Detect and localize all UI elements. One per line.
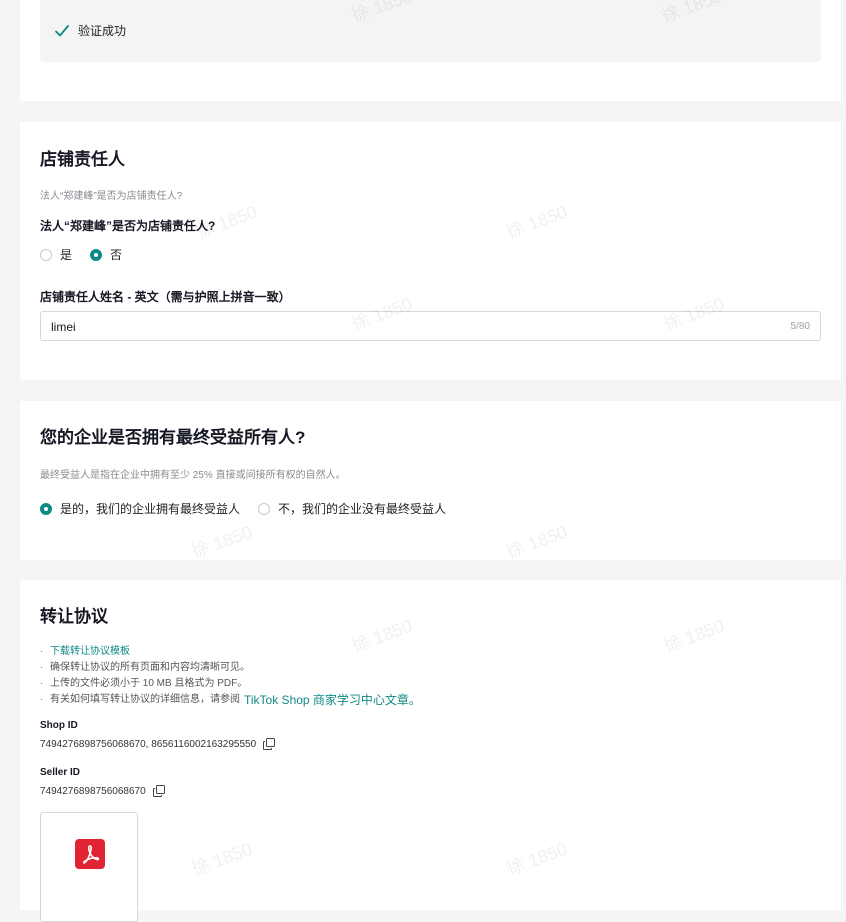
radio-has-ubo-label[interactable]: 是的，我们的企业拥有最终受益人: [60, 500, 240, 517]
seller-id-label: Seller ID: [40, 767, 81, 778]
copy-icon[interactable]: [263, 738, 276, 750]
section-hint: 最终受益人是指在企业中拥有至少 25% 直接或间接所有权的自然人。: [40, 470, 346, 481]
owner-name-input[interactable]: limei 5/80: [40, 311, 821, 341]
verification-status: 验证成功: [54, 22, 126, 39]
verification-card: 验证成功: [20, 0, 841, 101]
owner-radio-group: 是 否: [40, 246, 140, 263]
bullet-dot: ·: [40, 678, 44, 689]
radio-no[interactable]: [90, 248, 103, 261]
section-title: 您的企业是否拥有最终受益所有人?: [40, 428, 306, 447]
section-title: 店铺责任人: [40, 150, 125, 169]
bullet-dot: ·: [40, 646, 44, 657]
instruction-text: 有关如何填写转让协议的详细信息，请参阅: [50, 694, 240, 705]
question-label: 法人“郑建峰”是否为店铺责任人?: [40, 219, 216, 233]
radio-no-ubo[interactable]: [258, 502, 271, 515]
list-item: · 下载转让协议模板: [40, 644, 421, 660]
instruction-text: 确保转让协议的所有页面和内容均清晰可见。: [50, 662, 250, 673]
seller-id-value: 7494276898756068670: [40, 785, 146, 797]
radio-yes[interactable]: [40, 248, 52, 261]
seller-id-row: 7494276898756068670: [40, 785, 165, 797]
pdf-icon: [75, 839, 105, 869]
char-counter: 5/80: [790, 321, 810, 332]
copy-icon[interactable]: [152, 785, 165, 797]
instruction-text: 上传的文件必须小于 10 MB 且格式为 PDF。: [50, 678, 248, 689]
verification-status-text: 验证成功: [78, 24, 127, 38]
ubo-card: 您的企业是否拥有最终受益所有人? 最终受益人是指在企业中拥有至少 25% 直接或…: [20, 401, 841, 560]
shop-id-value: 7494276898756068670, 8656116002163295550: [40, 738, 257, 750]
list-item: · 有关如何填写转让协议的详细信息，请参阅 TikTok Shop 商家学习中心…: [40, 692, 421, 708]
ubo-radio-group: 是的，我们的企业拥有最终受益人 不，我们的企业没有最终受益人: [40, 500, 464, 517]
radio-yes-label[interactable]: 是: [60, 246, 72, 263]
transfer-agreement-card: 转让协议 · 下载转让协议模板 · 确保转让协议的所有页面和内容均清晰可见。 ·…: [20, 580, 841, 922]
radio-no-label[interactable]: 否: [110, 246, 122, 263]
section-title: 转让协议: [40, 607, 108, 626]
bullet-dot: ·: [40, 694, 44, 705]
shop-id-row: 7494276898756068670, 8656116002163295550: [40, 738, 276, 750]
radio-no-ubo-label[interactable]: 不，我们的企业没有最终受益人: [278, 500, 446, 517]
section-hint: 法人“郑建峰”是否为店铺责任人?: [40, 191, 183, 202]
owner-name-value[interactable]: limei: [51, 320, 76, 334]
store-owner-card: 店铺责任人 法人“郑建峰”是否为店铺责任人? 法人“郑建峰”是否为店铺责任人? …: [20, 122, 841, 380]
shop-id-label: Shop ID: [40, 720, 78, 731]
verification-box: 验证成功: [40, 0, 821, 62]
instructions-list: · 下载转让协议模板 · 确保转让协议的所有页面和内容均清晰可见。 · 上传的文…: [40, 644, 421, 708]
name-field-label: 店铺责任人姓名 - 英文（需与护照上拼音一致）: [40, 290, 291, 304]
list-item: · 确保转让协议的所有页面和内容均清晰可见。: [40, 660, 421, 676]
radio-has-ubo[interactable]: [40, 502, 52, 515]
uploaded-file-tile[interactable]: [40, 812, 138, 922]
list-item: · 上传的文件必须小于 10 MB 且格式为 PDF。: [40, 676, 421, 692]
bullet-dot: ·: [40, 662, 44, 673]
learning-center-link[interactable]: TikTok Shop 商家学习中心文章。: [244, 692, 421, 708]
download-template-link[interactable]: 下载转让协议模板: [50, 644, 130, 660]
check-icon: [55, 24, 69, 36]
